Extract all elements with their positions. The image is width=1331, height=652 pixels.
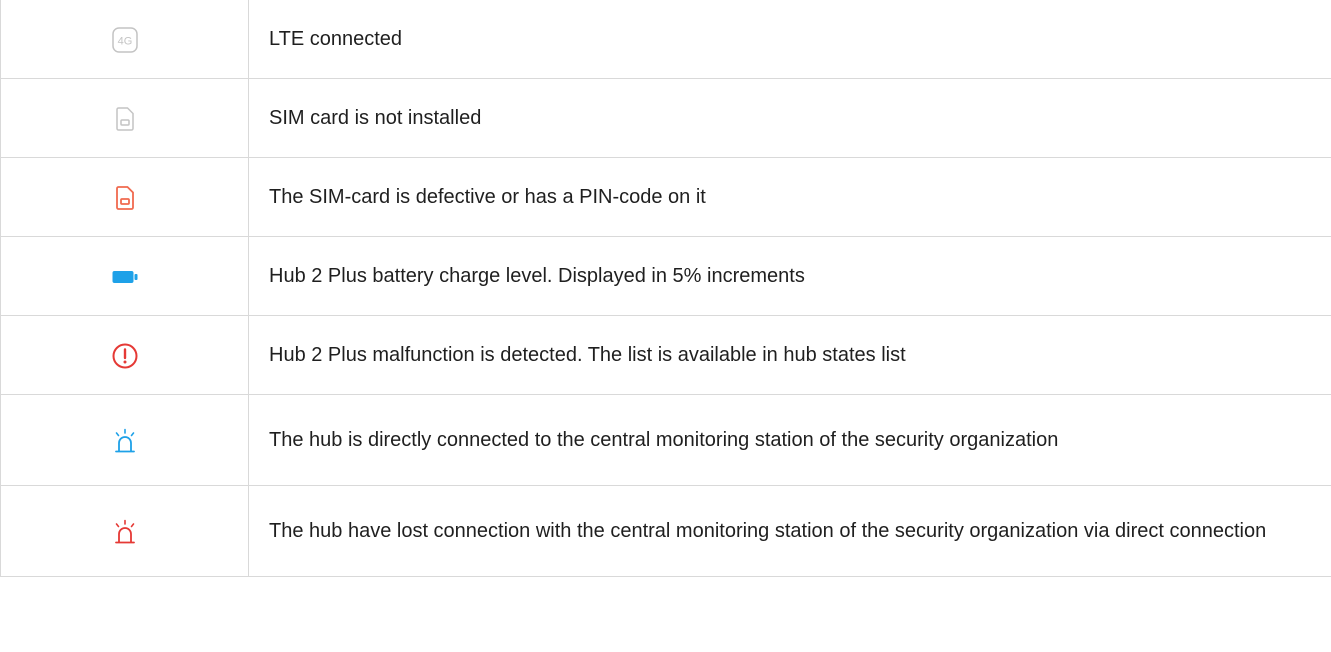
icon-cell — [0, 78, 249, 158]
table-row: 4G LTE connected — [0, 0, 1331, 79]
table-row: The hub is directly connected to the cen… — [0, 394, 1331, 486]
icon-cell — [0, 236, 249, 316]
battery-icon — [112, 270, 138, 284]
siren-disconnected-icon — [113, 519, 137, 545]
table-row: The hub have lost connection with the ce… — [0, 485, 1331, 577]
hub-status-icons-table: 4G LTE connected SIM card is not install… — [0, 0, 1331, 577]
description-cell: The hub have lost connection with the ce… — [248, 485, 1331, 577]
description-cell: The SIM-card is defective or has a PIN-c… — [248, 157, 1331, 237]
description-cell: LTE connected — [248, 0, 1331, 79]
svg-text:4G: 4G — [117, 35, 132, 47]
description-cell: Hub 2 Plus malfunction is detected. The … — [248, 315, 1331, 395]
icon-cell — [0, 157, 249, 237]
table-row: SIM card is not installed — [0, 78, 1331, 158]
icon-cell: 4G — [0, 0, 249, 79]
icon-cell — [0, 315, 249, 395]
description-cell: The hub is directly connected to the cen… — [248, 394, 1331, 486]
sim-card-error-icon — [115, 185, 134, 210]
icon-cell — [0, 394, 249, 486]
table-row: Hub 2 Plus battery charge level. Display… — [0, 236, 1331, 316]
siren-connected-icon — [113, 428, 137, 454]
sim-card-missing-icon — [115, 106, 134, 131]
icon-cell — [0, 485, 249, 577]
4g-lte-icon: 4G — [111, 26, 138, 53]
table-row: The SIM-card is defective or has a PIN-c… — [0, 157, 1331, 237]
table-row: Hub 2 Plus malfunction is detected. The … — [0, 315, 1331, 395]
malfunction-alert-icon — [112, 343, 138, 369]
description-cell: Hub 2 Plus battery charge level. Display… — [248, 236, 1331, 316]
description-cell: SIM card is not installed — [248, 78, 1331, 158]
